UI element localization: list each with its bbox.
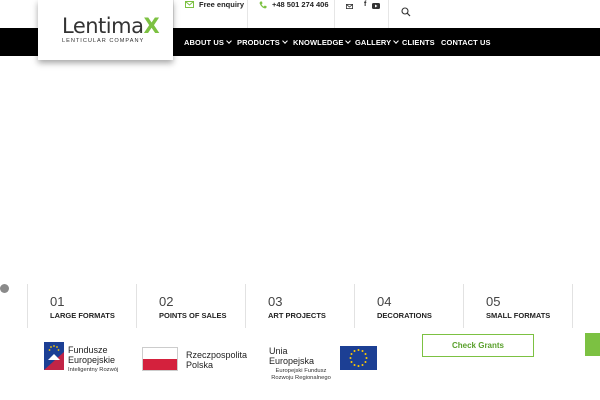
feature-number: 03 bbox=[268, 294, 283, 309]
mail-icon[interactable] bbox=[346, 2, 358, 11]
nav-item-gallery[interactable]: GALLERY bbox=[355, 28, 400, 56]
phone-link[interactable]: +48 501 274 406 bbox=[259, 0, 329, 28]
unia-europejska-text: Unia Europejska Europejski Fundusz Rozwo… bbox=[269, 346, 333, 382]
chevron-down-icon bbox=[393, 37, 400, 44]
feature-item-large-formats[interactable]: 01 LARGE FORMATS bbox=[28, 284, 136, 328]
topbar-divider bbox=[247, 0, 248, 28]
chevron-down-icon bbox=[345, 37, 352, 44]
feature-strip: 01 LARGE FORMATS 02 POINTS OF SALES 03 A… bbox=[0, 284, 600, 328]
feature-item-points-of-sales[interactable]: 02 POINTS OF SALES bbox=[137, 284, 245, 328]
chevron-down-icon bbox=[226, 37, 232, 44]
side-tab-button[interactable] bbox=[585, 333, 600, 356]
youtube-icon[interactable] bbox=[372, 2, 385, 11]
nav-label: CLIENTS bbox=[402, 37, 435, 47]
nav-item-knowledge[interactable]: KNOWLEDGE bbox=[293, 28, 352, 56]
feature-label: LARGE FORMATS bbox=[50, 311, 115, 320]
ue-subtitle-line-1: Europejski Fundusz bbox=[275, 368, 327, 374]
free-enquiry-label: Free enquiry bbox=[199, 0, 245, 9]
feature-number: 04 bbox=[377, 294, 392, 309]
logo-wordmark: LentimaX bbox=[62, 14, 160, 38]
social-links: f bbox=[346, 1, 385, 30]
logo-word-accent: X bbox=[143, 14, 160, 38]
phone-icon bbox=[259, 1, 267, 9]
feature-number: 05 bbox=[486, 294, 501, 309]
feature-label: DECORATIONS bbox=[377, 311, 432, 320]
eu-flag-icon bbox=[340, 346, 377, 370]
feature-item-art-projects[interactable]: 03 ART PROJECTS bbox=[246, 284, 354, 328]
polish-flag-icon bbox=[142, 347, 178, 371]
fe-title-line-1: Fundusze bbox=[68, 345, 108, 355]
nav-label: ABOUT US bbox=[184, 37, 224, 47]
facebook-icon[interactable]: f bbox=[364, 1, 366, 8]
feature-label: SMALL FORMATS bbox=[486, 311, 551, 320]
rzeczpospolita-polska-text: Rzeczpospolita Polska bbox=[186, 350, 247, 370]
ue-subtitle-line-2: Rozwoju Regionalnego bbox=[271, 375, 331, 381]
nav-item-about-us[interactable]: ABOUT US bbox=[184, 28, 232, 56]
logo-subtitle: LENTICULAR COMPANY bbox=[62, 38, 145, 44]
ue-title: Unia Europejska bbox=[269, 346, 315, 366]
strip-divider bbox=[572, 284, 573, 328]
phone-number: +48 501 274 406 bbox=[272, 0, 329, 9]
search-icon bbox=[401, 7, 411, 17]
feature-item-decorations[interactable]: 04 DECORATIONS bbox=[355, 284, 463, 328]
feature-item-small-formats[interactable]: 05 SMALL FORMATS bbox=[464, 284, 572, 328]
nav-label: PRODUCTS bbox=[237, 37, 280, 47]
topbar-divider bbox=[173, 0, 174, 28]
fe-title-line-2: Europejskie bbox=[68, 355, 116, 365]
topbar-divider bbox=[334, 0, 335, 28]
feature-label: POINTS OF SALES bbox=[159, 311, 227, 320]
feature-number: 02 bbox=[159, 294, 174, 309]
rp-title-line-2: Polska bbox=[186, 360, 214, 370]
free-enquiry-link[interactable]: Free enquiry bbox=[185, 0, 244, 28]
logo-word-main: Lentima bbox=[62, 14, 144, 38]
hero-slider bbox=[0, 56, 600, 286]
chevron-down-icon bbox=[282, 37, 288, 44]
fundusze-europejskie-text: Fundusze Europejskie Inteligentny Rozwój bbox=[68, 345, 118, 374]
fundusze-europejskie-logo bbox=[44, 342, 64, 370]
envelope-icon bbox=[185, 1, 194, 8]
rp-title-line-1: Rzeczpospolita bbox=[186, 350, 248, 360]
feature-number: 01 bbox=[50, 294, 65, 309]
topbar-divider bbox=[388, 0, 389, 28]
nav-item-contact-us[interactable]: CONTACT US bbox=[441, 28, 491, 56]
page: Free enquiry +48 501 274 406 f ABOUT US … bbox=[0, 0, 600, 400]
slider-dot[interactable] bbox=[0, 284, 9, 293]
nav-label: KNOWLEDGE bbox=[293, 37, 344, 47]
fe-subtitle: Inteligentny Rozwój bbox=[68, 367, 119, 373]
nav-item-clients[interactable]: CLIENTS bbox=[402, 28, 435, 56]
check-grants-button[interactable]: Check Grants bbox=[422, 334, 534, 357]
nav-label: GALLERY bbox=[355, 37, 392, 47]
feature-label: ART PROJECTS bbox=[268, 311, 326, 320]
logo[interactable]: LentimaX LENTICULAR COMPANY bbox=[38, 0, 173, 60]
nav-label: CONTACT US bbox=[441, 37, 491, 47]
nav-item-products[interactable]: PRODUCTS bbox=[237, 28, 288, 56]
